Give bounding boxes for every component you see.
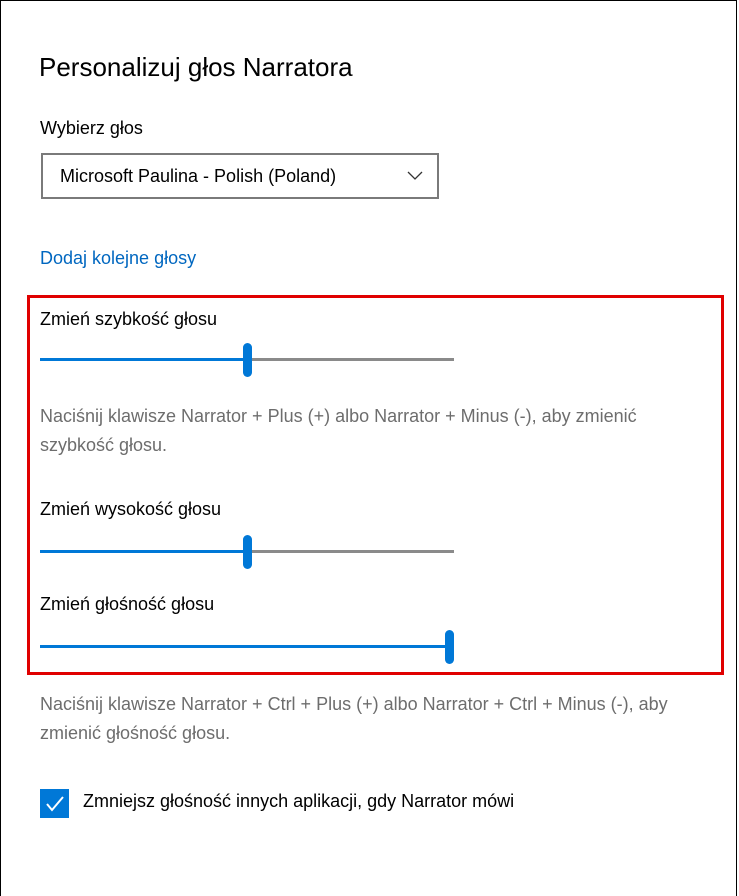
volume-slider-fill xyxy=(40,645,454,648)
chevron-down-icon xyxy=(407,171,423,180)
checkmark-icon xyxy=(45,795,64,812)
speed-slider-thumb[interactable] xyxy=(243,343,252,377)
add-more-voices-link[interactable]: Dodaj kolejne głosy xyxy=(40,248,196,269)
volume-help-text: Naciśnij klawisze Narrator + Ctrl + Plus… xyxy=(40,694,668,743)
voice-dropdown[interactable]: Microsoft Paulina - Polish (Poland) xyxy=(41,153,439,199)
volume-slider-thumb[interactable] xyxy=(445,630,454,664)
speed-slider[interactable] xyxy=(40,343,454,377)
pitch-slider-label: Zmień wysokość głosu xyxy=(40,499,222,519)
speed-slider-label: Zmień szybkość głosu xyxy=(40,309,218,329)
pitch-slider-fill xyxy=(40,550,247,553)
pitch-slider-thumb[interactable] xyxy=(243,535,252,569)
pitch-slider[interactable] xyxy=(40,535,454,569)
page-title: Personalizuj głos Narratora xyxy=(39,52,353,82)
volume-slider[interactable] xyxy=(40,630,454,664)
voice-select-label: Wybierz głos xyxy=(40,118,143,138)
volume-slider-label: Zmień głośność głosu xyxy=(40,594,215,614)
speed-slider-fill xyxy=(40,358,247,361)
lower-other-apps-checkbox[interactable] xyxy=(40,789,69,818)
lower-other-apps-label[interactable]: Zmniejsz głośność innych aplikacji, gdy … xyxy=(83,791,514,812)
speed-help-text: Naciśnij klawisze Narrator + Plus (+) al… xyxy=(40,406,637,455)
voice-dropdown-value: Microsoft Paulina - Polish (Poland) xyxy=(60,165,337,186)
